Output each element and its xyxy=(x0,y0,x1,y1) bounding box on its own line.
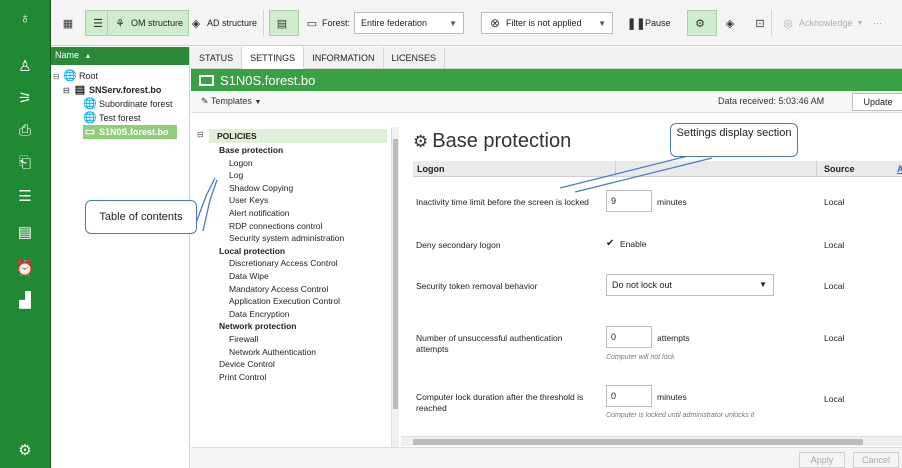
toc-callout: Table of contents xyxy=(85,200,197,234)
callout-pointer-lines xyxy=(192,152,713,232)
settings-callout-pointer xyxy=(574,157,713,193)
settings-callout: Settings display section xyxy=(670,123,798,157)
settings-callout-pointer xyxy=(559,152,701,189)
